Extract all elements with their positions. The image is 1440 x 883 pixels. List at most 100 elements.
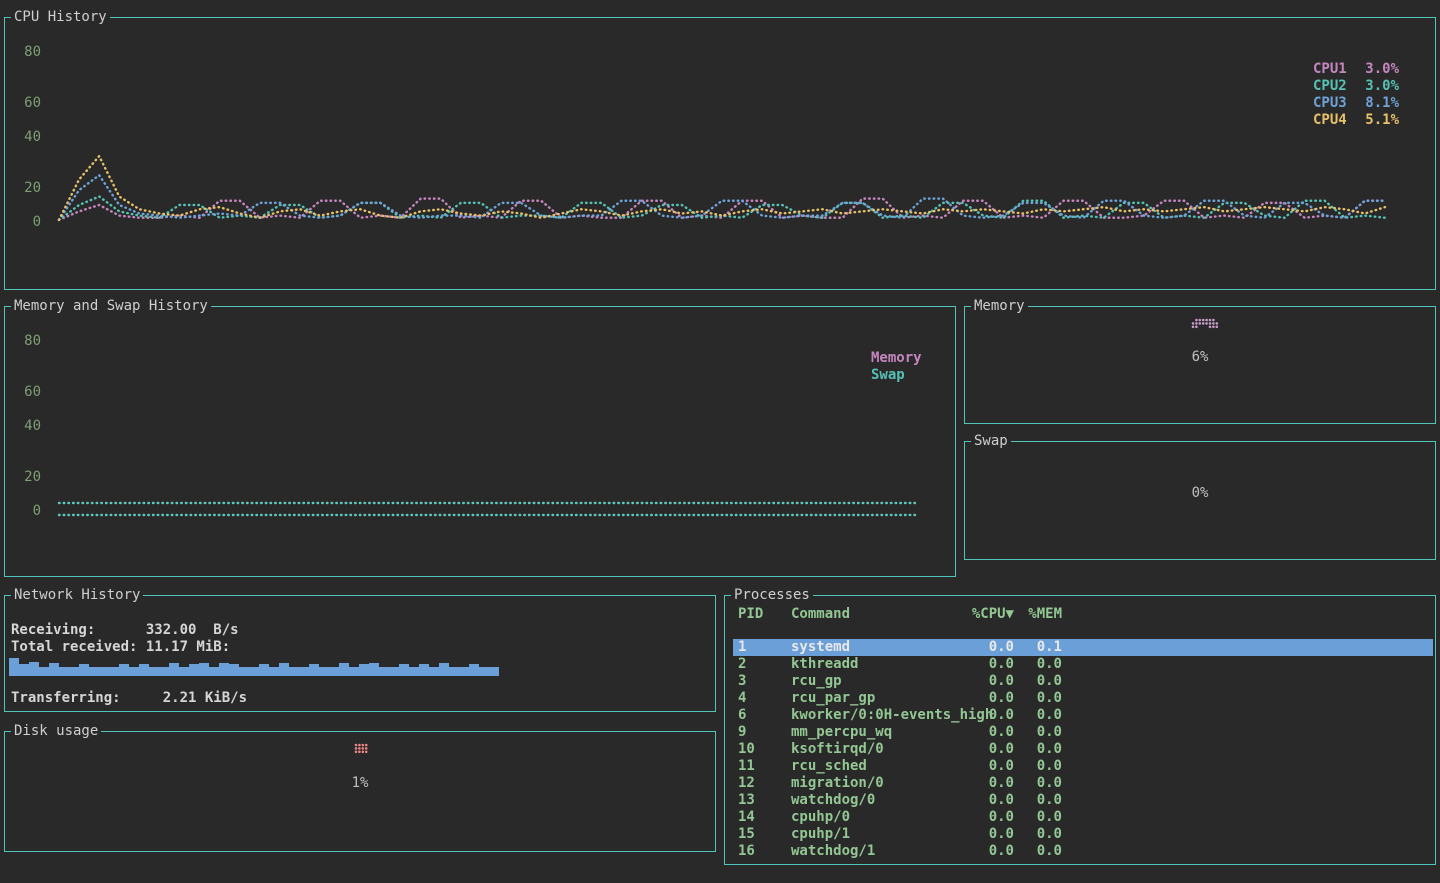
memory-gauge-value: 6% (965, 349, 1435, 366)
process-cell-mem: 0.0 (1014, 809, 1062, 826)
process-row[interactable]: 2kthreadd0.00.0 (733, 656, 1433, 673)
process-cell-mem: 0.0 (1014, 673, 1062, 690)
process-cell-cmd: rcu_sched (791, 758, 961, 775)
process-cell-cpu: 0.0 (961, 707, 1014, 724)
process-cell-mem: 0.0 (1014, 707, 1062, 724)
cpu4-legend-item: CPU4 5.1% (1313, 112, 1399, 129)
disk-usage-value: 1% (5, 775, 715, 792)
process-cell-cpu: 0.0 (961, 673, 1014, 690)
process-cell-pid: 2 (738, 656, 791, 673)
process-row[interactable]: 9mm_percpu_wq0.00.0 (733, 724, 1433, 741)
column-header-mem[interactable]: %MEM (1014, 606, 1062, 623)
cpu-history-chart (5, 18, 1435, 289)
process-row[interactable]: 15cpuhp/10.00.0 (733, 826, 1433, 843)
process-cell-mem: 0.0 (1014, 792, 1062, 809)
cpu3-legend-label: CPU3 (1313, 95, 1347, 112)
process-cell-cmd: kthreadd (791, 656, 961, 673)
process-cell-cpu: 0.0 (961, 690, 1014, 707)
memory-legend-label: Memory (871, 350, 922, 367)
column-header-pid[interactable]: PID (738, 606, 791, 623)
process-row[interactable]: 1systemd0.00.1 (733, 639, 1433, 656)
cpu2-legend-value: 3.0% (1365, 78, 1399, 95)
cpu2-legend-label: CPU2 (1313, 78, 1347, 95)
process-cell-pid: 11 (738, 758, 791, 775)
column-header-command[interactable]: Command (791, 606, 961, 623)
process-cell-pid: 1 (738, 639, 791, 656)
process-cell-pid: 16 (738, 843, 791, 860)
process-cell-cpu: 0.0 (961, 843, 1014, 860)
cpu1-legend-label: CPU1 (1313, 61, 1347, 78)
process-cell-pid: 14 (738, 809, 791, 826)
process-cell-cpu: 0.0 (961, 809, 1014, 826)
process-cell-mem: 0.0 (1014, 724, 1062, 741)
memory-gauge-title: Memory (971, 298, 1028, 315)
process-cell-cpu: 0.0 (961, 775, 1014, 792)
swap-gauge-title: Swap (971, 433, 1011, 450)
process-cell-mem: 0.0 (1014, 656, 1062, 673)
swap-gauge-panel: Swap 0% (964, 441, 1436, 560)
memory-gauge-panel: Memory 6% (964, 306, 1436, 424)
process-cell-pid: 13 (738, 792, 791, 809)
column-header-cpu[interactable]: %CPU▼ (961, 606, 1014, 623)
process-cell-pid: 9 (738, 724, 791, 741)
process-cell-cmd: systemd (791, 639, 961, 656)
process-row[interactable]: 14cpuhp/00.00.0 (733, 809, 1433, 826)
process-row[interactable]: 11rcu_sched0.00.0 (733, 758, 1433, 775)
process-cell-cmd: ksoftirqd/0 (791, 741, 961, 758)
process-cell-cmd: kworker/0:0H-events_high (791, 707, 961, 724)
process-cell-cpu: 0.0 (961, 826, 1014, 843)
network-transferring-line: Transferring: 2.21 KiB/s (11, 690, 247, 707)
cpu2-legend-item: CPU2 3.0% (1313, 78, 1399, 95)
process-row[interactable]: 12migration/00.00.0 (733, 775, 1433, 792)
process-cell-pid: 6 (738, 707, 791, 724)
cpu3-legend-item: CPU3 8.1% (1313, 95, 1399, 112)
process-cell-mem: 0.0 (1014, 826, 1062, 843)
process-row[interactable]: 6kworker/0:0H-events_high0.00.0 (733, 707, 1433, 724)
process-cell-cpu: 0.0 (961, 656, 1014, 673)
process-cell-pid: 4 (738, 690, 791, 707)
cpu1-legend-item: CPU1 3.0% (1313, 61, 1399, 78)
cpu4-legend-label: CPU4 (1313, 112, 1347, 129)
process-cell-mem: 0.1 (1014, 639, 1062, 656)
process-row[interactable]: 16watchdog/10.00.0 (733, 843, 1433, 860)
process-cell-cpu: 0.0 (961, 792, 1014, 809)
process-cell-cpu: 0.0 (961, 758, 1014, 775)
process-cell-cpu: 0.0 (961, 639, 1014, 656)
process-cell-mem: 0.0 (1014, 690, 1062, 707)
cpu3-legend-value: 8.1% (1365, 95, 1399, 112)
memory-swap-history-panel: Memory and Swap History 80 60 40 20 0 Me… (4, 306, 956, 577)
processes-title: Processes (731, 587, 813, 604)
process-cell-cmd: rcu_par_gp (791, 690, 961, 707)
memory-swap-chart (5, 307, 955, 576)
process-table-header: PID Command %CPU▼ %MEM (733, 606, 1433, 623)
process-cell-cmd: watchdog/1 (791, 843, 961, 860)
process-cell-cpu: 0.0 (961, 724, 1014, 741)
system-monitor-screen: CPU History 80 60 40 20 0 CPU1 3.0% CPU2… (0, 0, 1440, 883)
process-cell-cmd: watchdog/0 (791, 792, 961, 809)
processes-panel: Processes PID Command %CPU▼ %MEM 1system… (724, 595, 1436, 865)
swap-gauge-value: 0% (965, 485, 1435, 502)
memory-gauge-dots (1191, 318, 1223, 332)
cpu-history-panel: CPU History 80 60 40 20 0 CPU1 3.0% CPU2… (4, 17, 1436, 290)
process-cell-cmd: mm_percpu_wq (791, 724, 961, 741)
process-row[interactable]: 10ksoftirqd/00.00.0 (733, 741, 1433, 758)
process-row[interactable]: 13watchdog/00.00.0 (733, 792, 1433, 809)
disk-usage-panel: Disk usage 1% (4, 731, 716, 852)
process-cell-pid: 12 (738, 775, 791, 792)
process-cell-cmd: migration/0 (791, 775, 961, 792)
process-cell-mem: 0.0 (1014, 843, 1062, 860)
swap-legend-label: Swap (871, 367, 905, 384)
process-row[interactable]: 4rcu_par_gp0.00.0 (733, 690, 1433, 707)
disk-usage-title: Disk usage (11, 723, 101, 740)
process-cell-cmd: rcu_gp (791, 673, 961, 690)
cpu1-legend-value: 3.0% (1365, 61, 1399, 78)
process-cell-mem: 0.0 (1014, 741, 1062, 758)
cpu4-legend-value: 5.1% (1365, 112, 1399, 129)
process-cell-mem: 0.0 (1014, 775, 1062, 792)
process-row[interactable]: 3rcu_gp0.00.0 (733, 673, 1433, 690)
process-cell-pid: 3 (738, 673, 791, 690)
network-history-panel: Network History Receiving: 332.00 B/s To… (4, 595, 716, 712)
process-cell-mem: 0.0 (1014, 758, 1062, 775)
disk-gauge-dots (354, 743, 372, 757)
process-cell-pid: 15 (738, 826, 791, 843)
